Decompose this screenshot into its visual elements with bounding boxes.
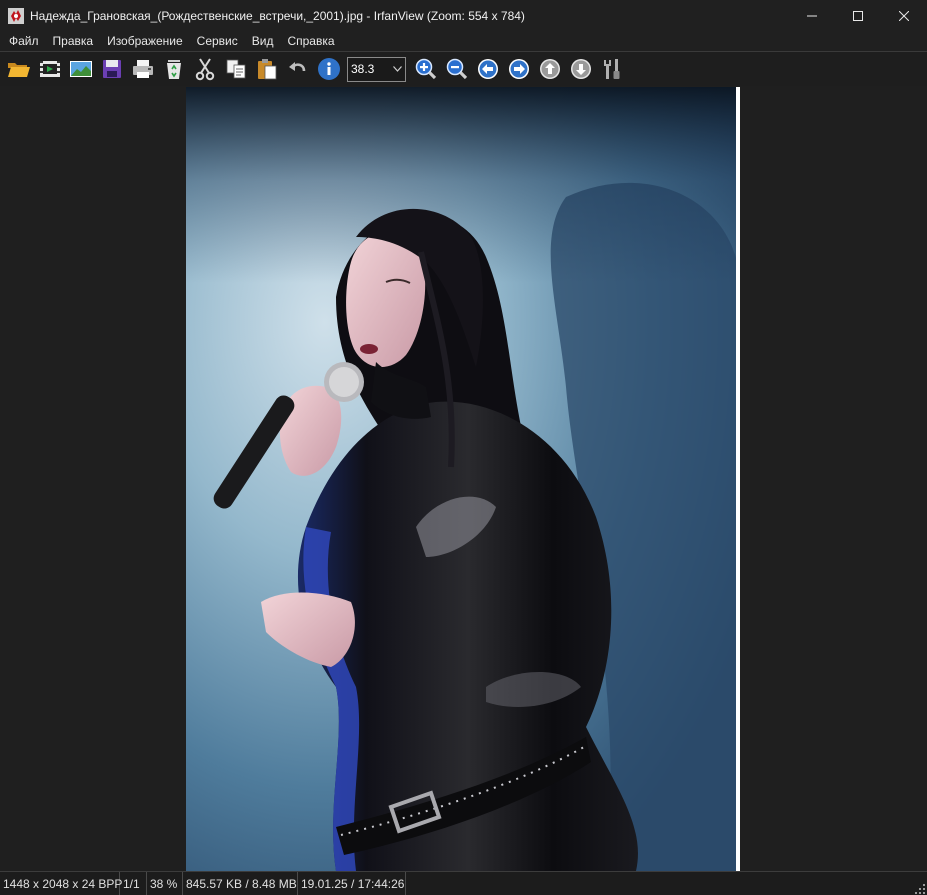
status-zoom: 38 %: [147, 872, 183, 895]
maximize-icon: [853, 10, 863, 21]
delete-button[interactable]: [158, 54, 189, 85]
copy-icon: [226, 59, 245, 79]
close-button[interactable]: [881, 0, 927, 31]
slideshow-icon: [39, 61, 60, 77]
info-icon: [317, 58, 340, 80]
cut-icon: [195, 58, 214, 81]
cut-button[interactable]: [189, 54, 220, 85]
next-image-button[interactable]: [503, 54, 534, 85]
minimize-icon: [807, 15, 817, 16]
resize-grip-icon[interactable]: [915, 883, 925, 894]
minimize-button[interactable]: [789, 0, 835, 31]
zoom-in-icon: [415, 58, 436, 80]
status-page: 1/1: [120, 872, 147, 895]
zoom-out-button[interactable]: [441, 54, 472, 85]
thumbnails-icon: [69, 61, 92, 77]
open-button[interactable]: [3, 54, 34, 85]
save-icon: [102, 60, 121, 78]
displayed-photo[interactable]: [186, 87, 740, 871]
status-dimensions: 1448 x 2048 x 24 BPP: [0, 872, 122, 895]
menu-view[interactable]: Вид: [245, 31, 281, 51]
print-button[interactable]: [127, 54, 158, 85]
status-datetime: 19.01.25 / 17:44:26: [298, 872, 406, 895]
irfanview-app-icon[interactable]: [8, 7, 24, 24]
paste-button[interactable]: [251, 54, 282, 85]
zoom-value[interactable]: 38.3: [348, 62, 389, 76]
menu-bar: Файл Правка Изображение Сервис Вид Справ…: [0, 31, 927, 51]
title-bar: Надежда_Грановская_(Рождественские_встре…: [0, 0, 927, 31]
info-button[interactable]: [313, 54, 344, 85]
slideshow-button[interactable]: [34, 54, 65, 85]
scroll-up-icon: [539, 59, 560, 79]
thumbnails-button[interactable]: [65, 54, 96, 85]
chevron-down-icon[interactable]: [389, 58, 405, 81]
status-bar: 1448 x 2048 x 24 BPP 1/1 38 % 845.57 KB …: [0, 871, 927, 895]
maximize-button[interactable]: [835, 0, 881, 31]
open-icon: [7, 63, 30, 77]
print-icon: [132, 60, 153, 78]
menu-options[interactable]: Сервис: [190, 31, 245, 51]
settings-icon: [603, 59, 619, 79]
scroll-up-button[interactable]: [534, 54, 565, 85]
image-viewport[interactable]: [0, 87, 927, 871]
previous-image-button[interactable]: [472, 54, 503, 85]
paste-icon: [257, 59, 276, 80]
zoom-dropdown[interactable]: 38.3: [347, 56, 406, 82]
menu-file[interactable]: Файл: [2, 31, 46, 51]
save-button[interactable]: [96, 54, 127, 85]
menu-image[interactable]: Изображение: [100, 31, 190, 51]
undo-icon: [288, 62, 305, 72]
copy-button[interactable]: [220, 54, 251, 85]
scroll-down-icon: [570, 59, 591, 79]
settings-button[interactable]: [596, 54, 627, 85]
scroll-down-button[interactable]: [565, 54, 596, 85]
close-icon: [899, 10, 909, 21]
zoom-in-button[interactable]: [410, 54, 441, 85]
status-filesize: 845.57 KB / 8.48 MB: [183, 872, 298, 895]
window-title: Надежда_Грановская_(Рождественские_встре…: [30, 8, 525, 23]
menu-help[interactable]: Справка: [280, 31, 341, 51]
previous-icon: [477, 59, 498, 79]
zoom-out-icon: [446, 58, 467, 80]
undo-button[interactable]: [282, 54, 313, 85]
recycle-icon: [166, 60, 181, 79]
toolbar: 38.3: [0, 51, 927, 86]
next-icon: [508, 59, 529, 79]
menu-edit[interactable]: Правка: [46, 31, 101, 51]
